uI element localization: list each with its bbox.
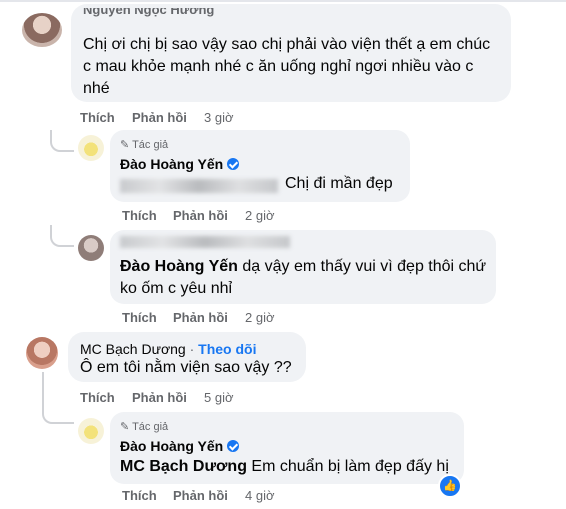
pencil-icon: ✎ [120,139,130,151]
like-button[interactable]: Thích [122,488,157,503]
comment-timestamp[interactable]: 5 giờ [204,390,234,405]
comment-author-row: Đào Hoàng Yến [120,438,240,454]
comment-author[interactable]: Nguyễn Ngọc Hương [83,8,214,17]
blurred-mention [120,179,278,193]
mention-link[interactable]: Đào Hoàng Yến [120,258,238,275]
comment-bubble: Nguyễn Ngọc Hương Chị ơi chị bị sao vậy … [71,4,511,102]
comment-bubble: Đào Hoàng Yến dạ vậy em thấy vui vì đẹp … [110,230,496,304]
comment-author-row: Đào Hoàng Yến [120,156,240,172]
comment-text-line: Đào Hoàng Yến dạ vậy em thấy vui vì đẹp … [120,256,486,278]
comment-timestamp[interactable]: 2 giờ [245,208,275,223]
comment-text-line: ko ốm c yêu nhỉ [120,280,233,297]
comment-text: Ô em tôi nằm viện sao vậy ?? [80,359,292,376]
avatar[interactable] [78,418,104,444]
like-button[interactable]: Thích [122,208,157,223]
mention-link[interactable]: MC Bạch Dương [120,458,247,475]
avatar[interactable] [78,235,104,261]
reply-thread-line [50,225,74,247]
follow-button[interactable]: Theo dõi [198,341,256,357]
comment-timestamp[interactable]: 3 giờ [204,110,234,125]
like-button[interactable]: Thích [80,110,115,125]
comment-text: Chị đi mần đẹp [285,175,393,192]
author-tag-label: Tác giả [132,421,169,433]
comment-author-row: MC Bạch Dương · Theo dõi [80,341,257,357]
like-button[interactable]: Thích [80,390,115,405]
reply-button[interactable]: Phản hồi [173,208,228,223]
comment-text-line: Chị ơi chị bị sao vậy sao chị phải vào v… [83,36,491,53]
reply-button[interactable]: Phản hồi [132,390,187,405]
comment-bubble: ✎ Tác giả Đào Hoàng Yến Chị đi mần đẹp [110,130,410,202]
comment-bubble: ✎ Tác giả Đào Hoàng Yến MC Bạch Dương Em… [110,412,464,484]
comment-author[interactable]: Đào Hoàng Yến [120,438,223,454]
verified-badge-icon [227,440,240,452]
reply-thread-line [50,130,74,152]
comment-bubble: MC Bạch Dương · Theo dõi Ô em tôi nằm vi… [68,332,306,382]
avatar[interactable] [22,13,62,47]
comment-text-line: nhé [83,80,110,97]
like-button[interactable]: Thích [122,310,157,325]
comment-text-line: c mau khỏe mạnh nhé c ăn uống nghỉ ngơi … [83,58,474,75]
comment-text: Em chuẩn bị làm đẹp đấy hị [251,458,449,475]
top-border [0,0,566,2]
comment-text: dạ vậy em thấy vui vì đẹp thôi chứ [242,258,487,275]
blurred-author-name [120,236,290,248]
reply-thread-line [42,372,74,424]
comment-text-line: MC Bạch Dương Em chuẩn bị làm đẹp đấy hị [120,456,449,478]
avatar[interactable] [78,135,104,161]
comment-timestamp[interactable]: 2 giờ [245,310,275,325]
comment-timestamp[interactable]: 4 giờ [245,488,275,503]
comment-author[interactable]: MC Bạch Dương [80,341,186,357]
author-badge: ✎ Tác giả [120,420,168,433]
pencil-icon: ✎ [120,421,130,433]
comment-author[interactable]: Đào Hoàng Yến [120,156,223,172]
reply-button[interactable]: Phản hồi [132,110,187,125]
verified-badge-icon [227,158,240,170]
author-tag-label: Tác giả [132,139,169,151]
avatar[interactable] [26,337,58,369]
author-badge: ✎ Tác giả [120,138,168,151]
reply-button[interactable]: Phản hồi [173,310,228,325]
like-reaction-icon[interactable]: 👍 [438,474,462,498]
reply-button[interactable]: Phản hồi [173,488,228,503]
